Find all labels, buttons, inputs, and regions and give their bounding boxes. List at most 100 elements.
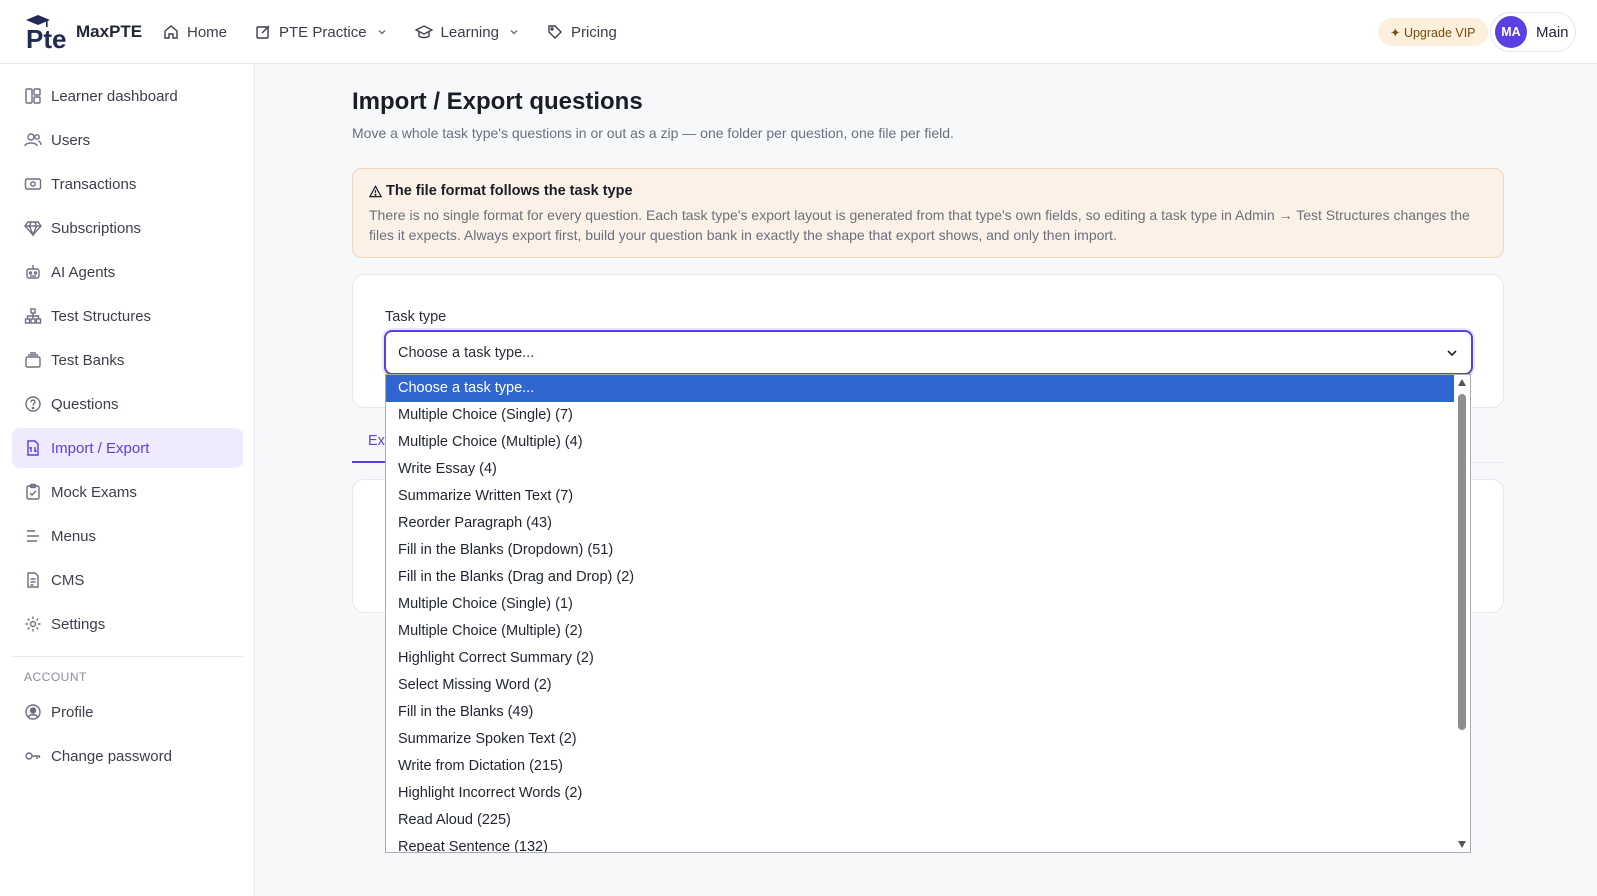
task-type-option[interactable]: Fill in the Blanks (49) — [386, 699, 1456, 726]
sidebar-item-test-banks[interactable]: Test Banks — [12, 340, 243, 380]
sidebar-item-label: Menus — [51, 527, 97, 545]
scroll-down-arrow-icon[interactable] — [1458, 841, 1466, 848]
task-type-option[interactable]: Highlight Correct Summary (2) — [386, 645, 1456, 672]
task-type-select-value: Choose a task type... — [398, 344, 535, 361]
nav-home[interactable]: Home — [163, 19, 227, 45]
task-type-option[interactable]: Multiple Choice (Single) (1) — [386, 591, 1456, 618]
alert-body: There is no single format for every ques… — [369, 207, 1470, 243]
file-transfer-icon — [27, 440, 39, 456]
sidebar-item-label: Test Structures — [51, 307, 152, 325]
chevron-down-icon — [378, 30, 386, 35]
gear-icon — [25, 616, 41, 632]
sidebar-item-label: Change password — [51, 747, 172, 765]
alert-title-row: The file format follows the task type — [369, 183, 1487, 199]
logo[interactable]: Pte MaxPTE — [24, 14, 143, 54]
avatar: MA — [1495, 16, 1527, 48]
page-subtitle: Move a whole task type's questions in or… — [352, 125, 954, 141]
sidebar-item-ai-agents[interactable]: AI Agents — [12, 252, 243, 292]
page-title: Import / Export questions — [352, 88, 643, 115]
user-circle-icon — [25, 704, 41, 720]
nav-pricing[interactable]: Pricing — [547, 19, 617, 45]
task-type-option[interactable]: Summarize Written Text (7) — [386, 483, 1456, 510]
alert-title: The file format follows the task type — [386, 183, 633, 199]
task-type-option[interactable]: Choose a task type... — [386, 375, 1456, 402]
tag-icon — [548, 25, 562, 39]
sidebar-item-label: Mock Exams — [51, 483, 137, 501]
nav-learning[interactable]: Learning — [414, 19, 519, 45]
task-type-option[interactable]: Select Missing Word (2) — [386, 672, 1456, 699]
sidebar-item-menus[interactable]: Menus — [12, 516, 243, 556]
task-type-label: Task type — [385, 309, 447, 325]
task-type-option[interactable]: Multiple Choice (Multiple) (2) — [386, 618, 1456, 645]
task-type-option[interactable]: Multiple Choice (Multiple) (4) — [386, 429, 1456, 456]
scrollbar-thumb[interactable] — [1458, 394, 1466, 730]
format-alert: The file format follows the task type Th… — [352, 168, 1504, 258]
sidebar-item-label: Questions — [51, 395, 119, 413]
sidebar: Learner dashboard Users Transactions Sub… — [0, 64, 255, 896]
scroll-up-arrow-icon[interactable] — [1458, 379, 1466, 386]
task-type-select[interactable]: Choose a task type... — [384, 330, 1473, 375]
user-menu[interactable]: MA Main — [1490, 12, 1576, 52]
sidebar-item-label: CMS — [51, 571, 85, 589]
top-bar: Pte MaxPTE Home PTE Practice Learning Pr… — [0, 0, 1597, 64]
nav-home-label: Home — [187, 23, 228, 41]
sidebar-item-transactions[interactable]: Transactions — [12, 164, 243, 204]
sidebar-item-label: Profile — [51, 703, 94, 721]
task-type-options-list[interactable]: Choose a task type... Multiple Choice (S… — [385, 374, 1471, 853]
warning-icon — [369, 184, 382, 197]
task-type-option[interactable]: Highlight Incorrect Words (2) — [386, 780, 1456, 807]
question-icon — [25, 396, 41, 412]
sidebar-item-change-password[interactable]: Change password — [12, 736, 243, 776]
upgrade-vip-button[interactable]: ✦ Upgrade VIP — [1378, 18, 1488, 46]
nav-pte-practice-label: PTE Practice — [279, 23, 367, 41]
sidebar-item-mock-exams[interactable]: Mock Exams — [12, 472, 243, 512]
logo-icon: Pte — [24, 14, 68, 54]
sidebar-item-test-structures[interactable]: Test Structures — [12, 296, 243, 336]
task-type-option[interactable]: Write Essay (4) — [386, 456, 1456, 483]
money-icon — [24, 178, 42, 190]
dashboard-icon — [25, 88, 41, 104]
users-icon — [24, 133, 42, 147]
sidebar-item-subscriptions[interactable]: Subscriptions — [12, 208, 243, 248]
menu-icon — [27, 530, 39, 542]
sidebar-item-profile[interactable]: Profile — [12, 692, 243, 732]
graduation-cap-icon — [414, 25, 433, 39]
sidebar-item-label: Settings — [51, 615, 106, 633]
task-type-option[interactable]: Fill in the Blanks (Drag and Drop) (2) — [386, 564, 1456, 591]
key-icon — [25, 752, 41, 760]
sidebar-item-cms[interactable]: CMS — [12, 560, 243, 600]
diamond-icon — [24, 221, 42, 237]
task-type-option[interactable]: Read Aloud (225) — [386, 807, 1456, 834]
user-name: Main — [1536, 23, 1569, 41]
home-icon — [164, 25, 178, 39]
sidebar-item-questions[interactable]: Questions — [12, 384, 243, 424]
chevron-down-icon — [1447, 350, 1457, 357]
task-type-option[interactable]: Reorder Paragraph (43) — [386, 510, 1456, 537]
task-type-option[interactable]: Summarize Spoken Text (2) — [386, 726, 1456, 753]
sidebar-item-learner-dashboard[interactable]: Learner dashboard — [12, 76, 243, 116]
sidebar-item-import-export[interactable]: Import / Export — [12, 428, 243, 468]
sidebar-item-label: Learner dashboard — [51, 87, 178, 105]
sidebar-item-label: Subscriptions — [51, 219, 142, 237]
sidebar-section-account: ACCOUNT — [24, 670, 87, 684]
sidebar-item-label: Import / Export — [51, 439, 150, 457]
sidebar-divider — [12, 656, 243, 657]
task-type-option[interactable]: Repeat Sentence (132) — [386, 834, 1456, 852]
sidebar-item-settings[interactable]: Settings — [12, 604, 243, 644]
sidebar-item-label: Test Banks — [51, 351, 125, 369]
hierarchy-icon — [24, 308, 42, 324]
nav-pte-practice[interactable]: PTE Practice — [255, 19, 387, 45]
task-type-option[interactable]: Multiple Choice (Single) (7) — [386, 402, 1456, 429]
top-nav: Home PTE Practice Learning Pricing — [163, 19, 645, 45]
task-type-option[interactable]: Write from Dictation (215) — [386, 753, 1456, 780]
sidebar-item-users[interactable]: Users — [12, 120, 243, 160]
clipboard-icon — [26, 483, 40, 500]
task-type-option[interactable]: Fill in the Blanks (Dropdown) (51) — [386, 537, 1456, 564]
edit-icon — [256, 25, 270, 39]
options-scrollbar[interactable] — [1454, 375, 1470, 852]
brand-name: MaxPTE — [76, 22, 143, 41]
sidebar-item-label: AI Agents — [51, 263, 116, 281]
chevron-down-icon — [510, 30, 518, 35]
document-icon — [27, 572, 39, 588]
robot-icon — [26, 265, 40, 279]
